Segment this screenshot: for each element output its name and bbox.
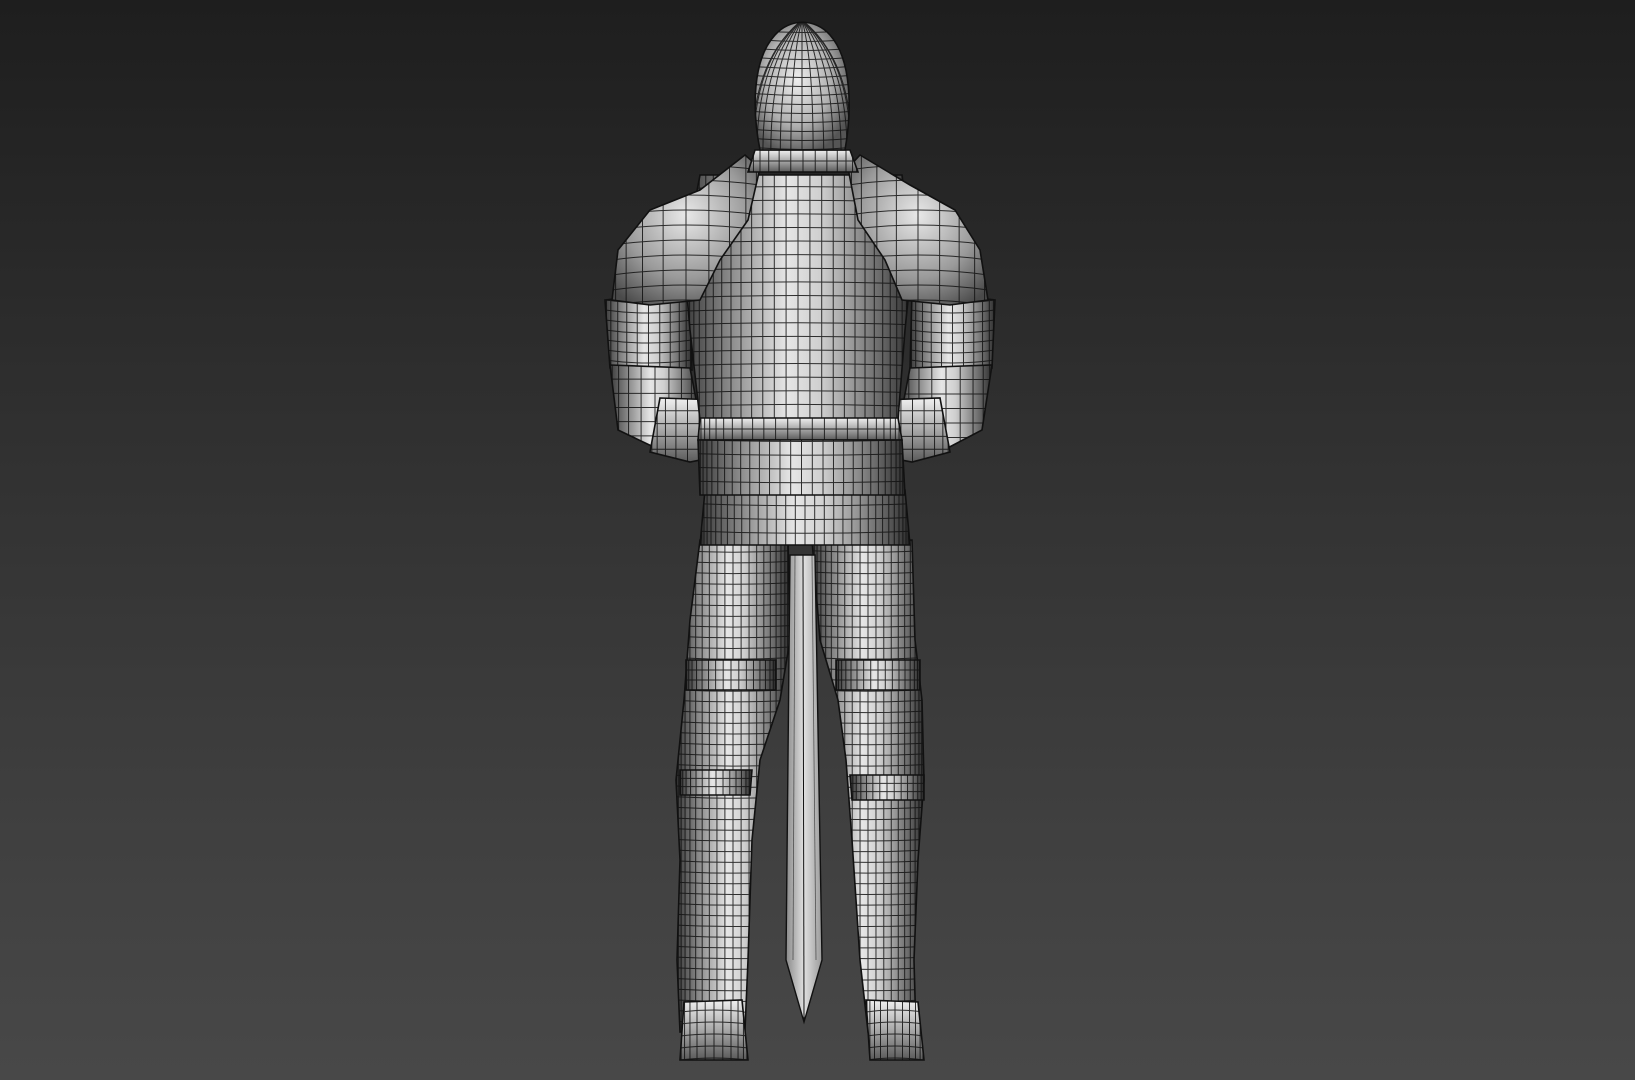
right-boot [865, 999, 925, 1061]
left-knee-band [685, 659, 777, 691]
belt [697, 417, 903, 441]
knight-wireframe-model[interactable] [0, 0, 1635, 1080]
lower-back-plate [697, 439, 906, 496]
right-shin-band [849, 774, 925, 801]
left-boot [679, 999, 749, 1061]
right-knee-band [835, 659, 921, 691]
collar [746, 149, 860, 173]
tassets [699, 489, 911, 546]
sword-blade [785, 554, 823, 1025]
left-shin-band [679, 769, 753, 796]
helmet [754, 21, 850, 151]
3d-viewport[interactable] [0, 0, 1635, 1080]
